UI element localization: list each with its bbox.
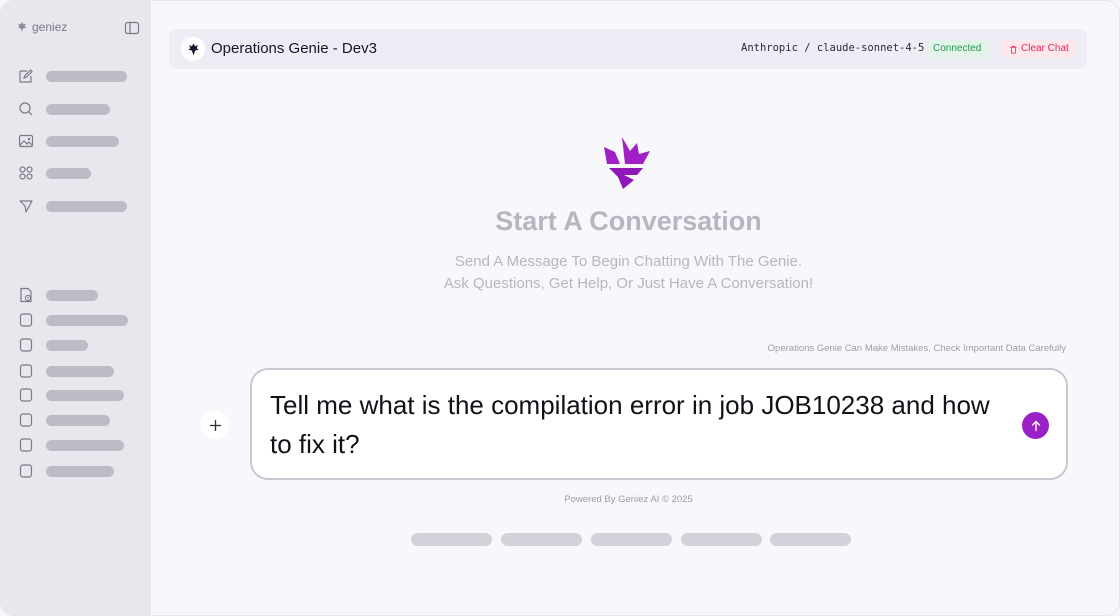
brand-logo[interactable]: geniez [16,20,67,34]
clear-chat-label: Clear Chat [1021,43,1069,54]
history-item[interactable] [17,311,128,329]
history-item[interactable] [17,462,114,480]
history-item-label [46,289,98,301]
history-item[interactable] [17,362,114,380]
sidebar-item-images[interactable] [17,132,119,150]
page-title: Operations Genie - Dev3 [211,40,377,57]
model-label: Anthropic / claude-sonnet-4-5 [741,42,925,54]
disclaimer-text: Operations Genie Can Make Mistakes, Chec… [767,343,1066,354]
history-item[interactable] [17,286,98,304]
history-item-label [46,339,88,351]
sidebar-item-label [46,200,127,212]
suggestion-chip[interactable] [770,533,851,546]
add-attachment-button[interactable] [201,411,229,439]
message-input[interactable] [270,386,990,466]
history-item-label [46,465,114,477]
sidebar-item-label [46,70,127,82]
history-item[interactable] [17,386,124,404]
history-item[interactable] [17,411,110,429]
send-icon [17,198,34,215]
empty-state-title: Start A Conversation [495,206,762,236]
sidebar-item-search[interactable] [17,100,110,118]
search-icon [17,101,34,118]
trash-icon [1010,45,1017,54]
sidebar-item-label [46,103,110,115]
arrow-up-icon [1031,420,1040,431]
sidebar-item-label [46,167,91,179]
empty-state-subtitle-line2: Ask Questions, Get Help, Or Just Have A … [443,275,814,292]
suggestion-chip[interactable] [591,533,672,546]
sidebar-item-new-chat[interactable] [17,67,127,85]
suggestion-chip[interactable] [681,533,762,546]
chat-icon [17,463,34,480]
new-chat-icon [17,68,34,85]
history-item[interactable] [17,336,88,354]
brand-name: geniez [32,20,68,34]
chat-icon [17,412,34,429]
message-composer [250,368,1068,480]
apps-icon [17,165,34,182]
genie-hero-logo-icon [604,137,650,189]
chat-icon [17,312,34,329]
clear-chat-button[interactable]: Clear Chat [1002,40,1076,58]
chat-icon [17,437,34,454]
history-item[interactable] [17,436,124,454]
history-item-label [46,414,110,426]
sidebar: geniez [1,1,151,615]
sidebar-toggle-icon[interactable] [124,20,140,36]
chat-icon [17,363,34,380]
chat-icon [17,387,34,404]
empty-state-subtitle-line1: Send A Message To Begin Chatting With Th… [454,253,803,270]
history-item-label [46,439,124,451]
send-button[interactable] [1022,412,1049,439]
chat-header: Operations Genie - Dev3 Anthropic / clau… [169,29,1087,69]
geniez-logo-icon [17,22,27,32]
history-item-label [46,314,128,326]
sidebar-item-apps[interactable] [17,164,91,182]
genie-logo-icon [187,43,199,55]
chat-icon [17,337,34,354]
genie-avatar [181,37,205,61]
history-item-label [46,365,114,377]
sidebar-item-send[interactable] [17,197,127,215]
suggestion-chip[interactable] [411,533,492,546]
status-badge: Connected [926,40,989,58]
history-item-label [46,389,124,401]
sidebar-item-label [46,135,119,147]
doc-clock-icon [17,287,34,304]
plus-icon [209,419,221,431]
footer-credit: Powered By Geniez AI © 2025 [564,494,693,505]
app-window: geniez Operations Genie - Dev3 Anthropic… [0,0,1120,616]
image-icon [17,133,34,150]
suggestion-chip[interactable] [501,533,582,546]
